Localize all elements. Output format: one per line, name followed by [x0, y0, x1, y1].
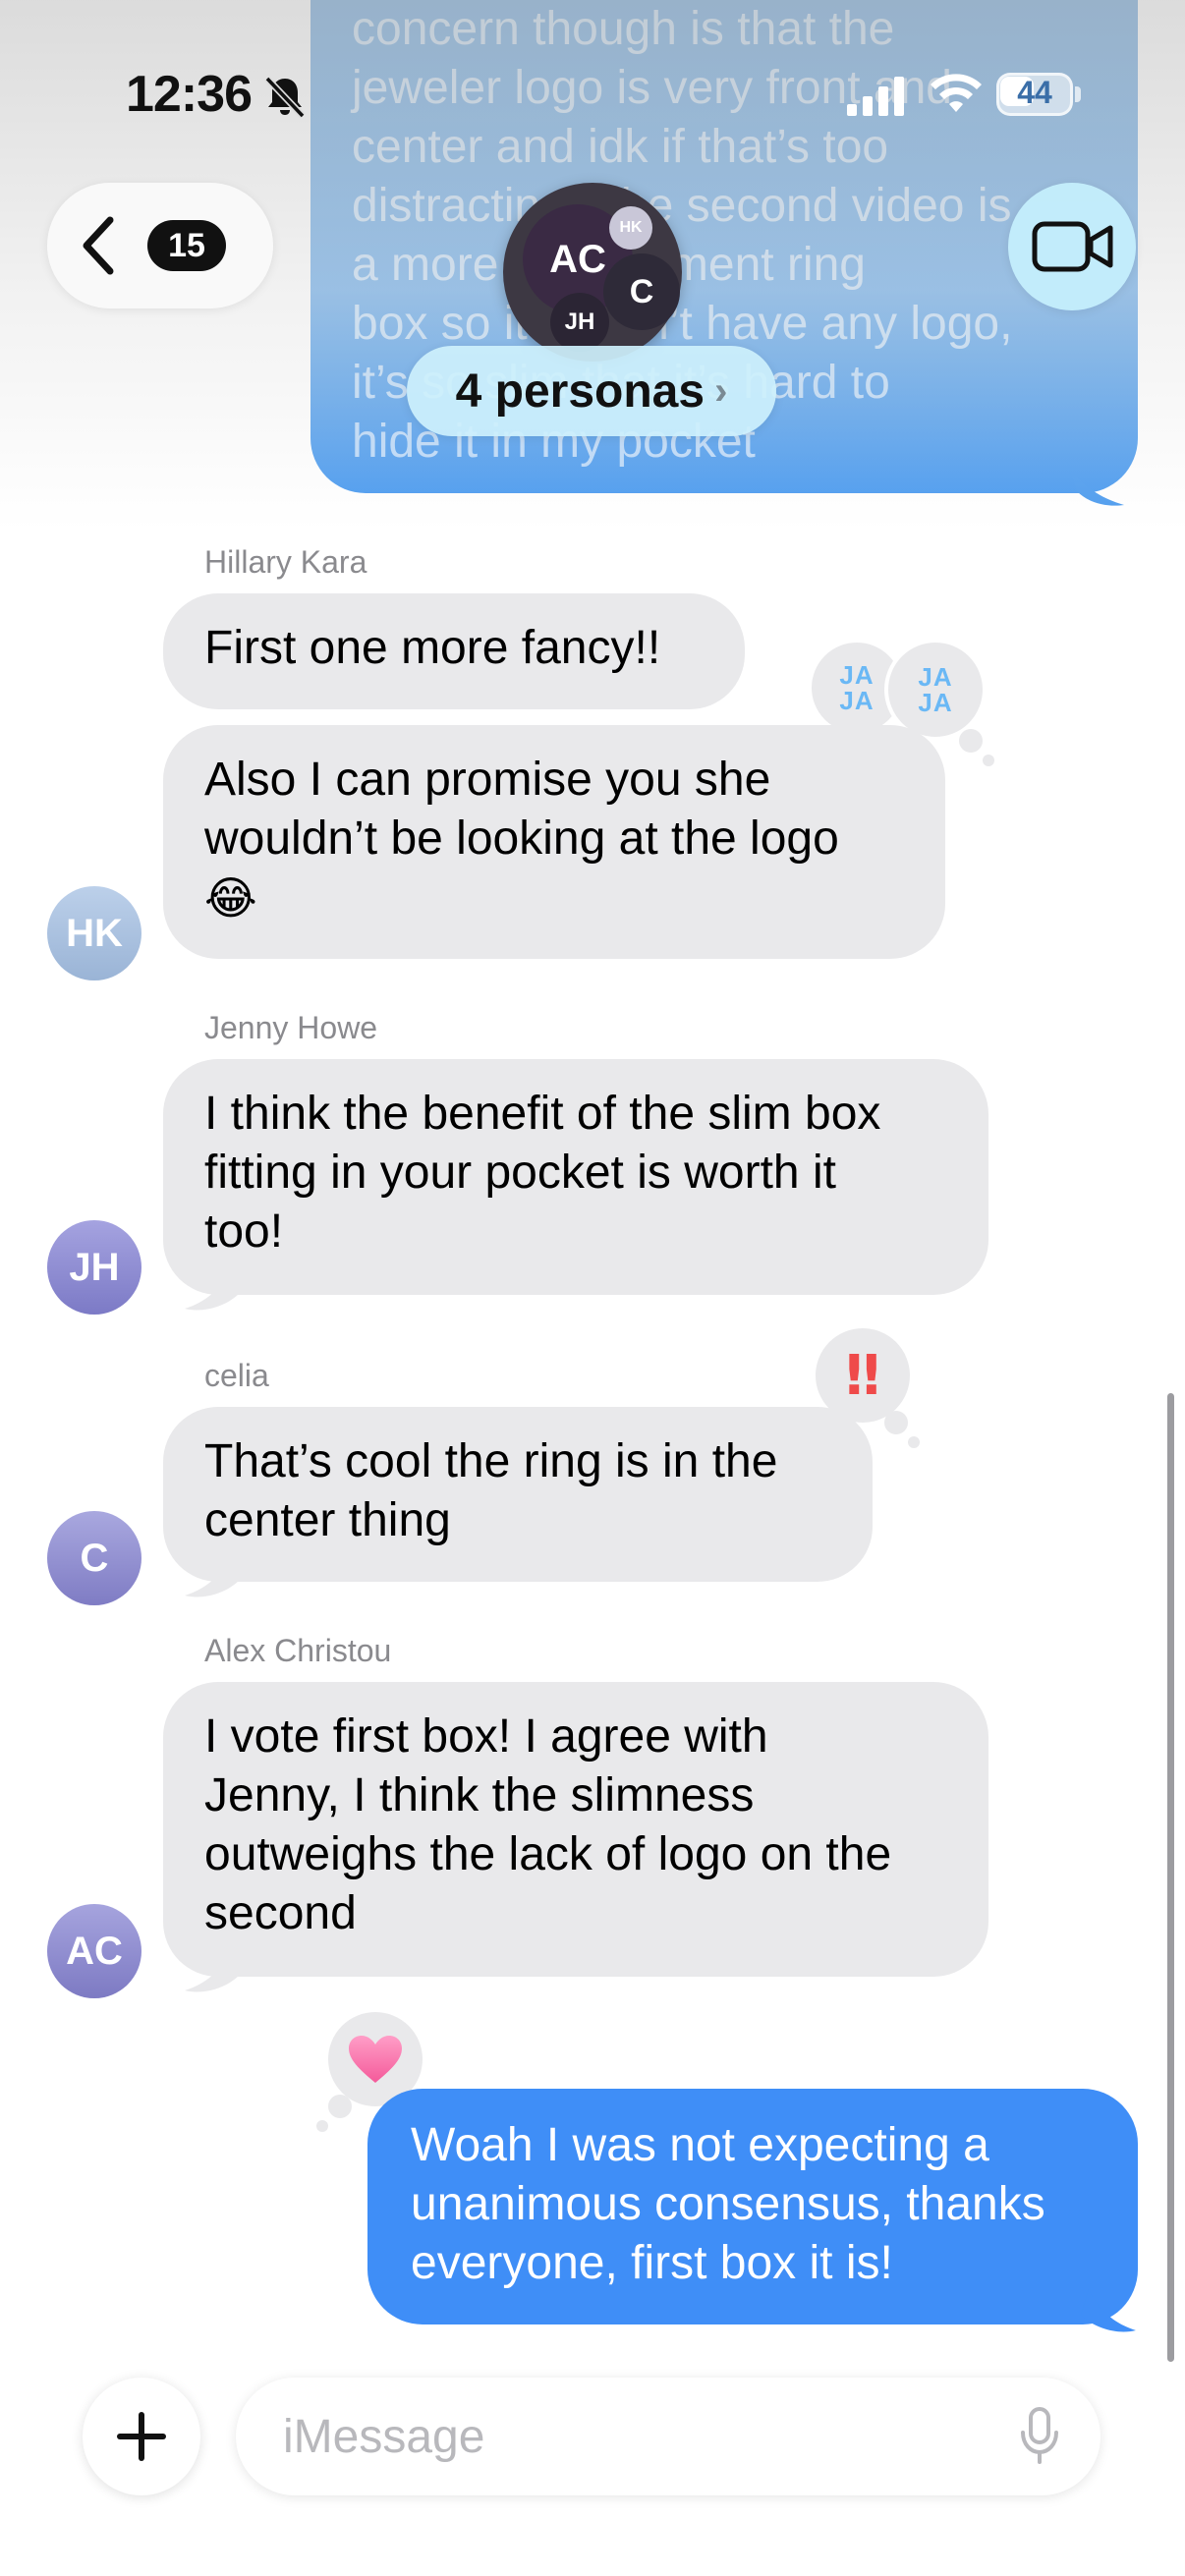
- message-line: too!: [204, 1205, 284, 1258]
- group-avatar-jh: JH: [550, 293, 609, 352]
- status-time: 12:36: [126, 66, 253, 123]
- message-line: Woah I was not expecting a: [411, 2119, 989, 2171]
- bubble-tail: [1081, 2289, 1136, 2332]
- message-line: a more engagement ring: [352, 239, 866, 291]
- message-line: distracting. The second video is: [352, 180, 1012, 232]
- incoming-message[interactable]: First one more fancy!!: [163, 593, 745, 709]
- unread-count-badge: 15: [147, 220, 226, 271]
- sender-name: Jenny Howe: [204, 1010, 378, 1045]
- scrollbar[interactable]: [1167, 1393, 1174, 2362]
- sender-name: Alex Christou: [204, 1633, 392, 1668]
- bubble-tail: [1067, 462, 1124, 506]
- battery-level: 44: [1017, 75, 1052, 110]
- cellular-signal-icon: [847, 77, 904, 116]
- haha-icon: JA JA: [839, 660, 875, 715]
- avatar[interactable]: JH: [47, 1220, 141, 1315]
- incoming-message[interactable]: I think the benefit of the slim box fitt…: [163, 1059, 988, 1295]
- message-line: wouldn’t be looking at the logo: [204, 812, 839, 865]
- microphone-icon[interactable]: [1018, 2407, 1061, 2466]
- bubble-tail: [185, 1554, 240, 1597]
- avatar[interactable]: HK: [47, 886, 141, 980]
- heart-icon: [349, 2036, 402, 2083]
- message-line: fitting in your pocket is worth it: [204, 1147, 836, 1199]
- incoming-message[interactable]: Also I can promise you she wouldn’t be l…: [163, 725, 945, 959]
- message-line: Also I can promise you she: [204, 754, 771, 806]
- message-line: outweighs the lack of logo on the: [204, 1828, 892, 1880]
- message-line: jeweler logo is very front and: [352, 62, 952, 114]
- bubble-tail: [185, 1267, 240, 1311]
- wifi-icon: [931, 74, 982, 112]
- message-line: unanimous consensus, thanks: [411, 2178, 1045, 2230]
- message-composer[interactable]: [236, 2378, 1100, 2495]
- tapback-bubble-dot: [316, 2120, 328, 2132]
- message-line: box so it doesn’t have any logo,: [352, 298, 1013, 350]
- group-name: 4 personas: [455, 364, 705, 418]
- message-line: everyone, first box it is!: [411, 2237, 893, 2289]
- tapback-bubble-dot: [328, 2095, 352, 2118]
- message-line: concern though is that the: [352, 3, 895, 55]
- incoming-message[interactable]: I vote first box! I agree with Jenny, I …: [163, 1682, 988, 1977]
- double-exclamation-icon: ‼: [845, 1343, 880, 1408]
- avatar[interactable]: AC: [47, 1904, 141, 1998]
- sender-name: Hillary Kara: [204, 544, 367, 580]
- message-line: I vote first box! I agree with: [204, 1710, 768, 1763]
- message-line: That’s cool the ring is in the: [204, 1435, 778, 1487]
- tapback-bubble-dot: [983, 755, 994, 766]
- message-line: I think the benefit of the slim box: [204, 1088, 881, 1140]
- tapback-bubble-dot: [959, 729, 983, 753]
- tapback-bubble-dot: [908, 1436, 920, 1448]
- group-name-button[interactable]: 4 personas ›: [407, 346, 776, 436]
- video-camera-icon[interactable]: [1032, 218, 1114, 275]
- chevron-left-icon[interactable]: [79, 216, 118, 275]
- message-line: Jenny, I think the slimness: [204, 1769, 755, 1821]
- message-line: second: [204, 1887, 357, 1939]
- group-avatar[interactable]: AC HK C JH: [503, 183, 682, 362]
- haha-icon: JA JA: [918, 662, 953, 717]
- message-line: center thing: [204, 1494, 451, 1546]
- battery-icon: 44: [996, 73, 1081, 116]
- add-attachment-button[interactable]: [83, 2378, 200, 2495]
- avatar[interactable]: C: [47, 1511, 141, 1605]
- chevron-right-icon: ›: [714, 368, 728, 413]
- message-input[interactable]: [283, 2407, 971, 2466]
- plus-icon: [117, 2412, 166, 2461]
- bubble-tail: [185, 1949, 240, 1992]
- bell-slash-icon: [264, 76, 306, 119]
- message-line: center and idk if that’s too: [352, 121, 889, 173]
- group-avatar-c: C: [603, 253, 680, 330]
- group-avatar-hk: HK: [609, 206, 652, 250]
- tapback-bubble-dot: [884, 1411, 908, 1434]
- emoji: 😂: [204, 871, 257, 924]
- message-text: First one more fancy!!: [204, 622, 661, 674]
- outgoing-message[interactable]: Woah I was not expecting a unanimous con…: [367, 2089, 1138, 2324]
- incoming-message[interactable]: That’s cool the ring is in the center th…: [163, 1407, 873, 1582]
- sender-name: celia: [204, 1358, 269, 1393]
